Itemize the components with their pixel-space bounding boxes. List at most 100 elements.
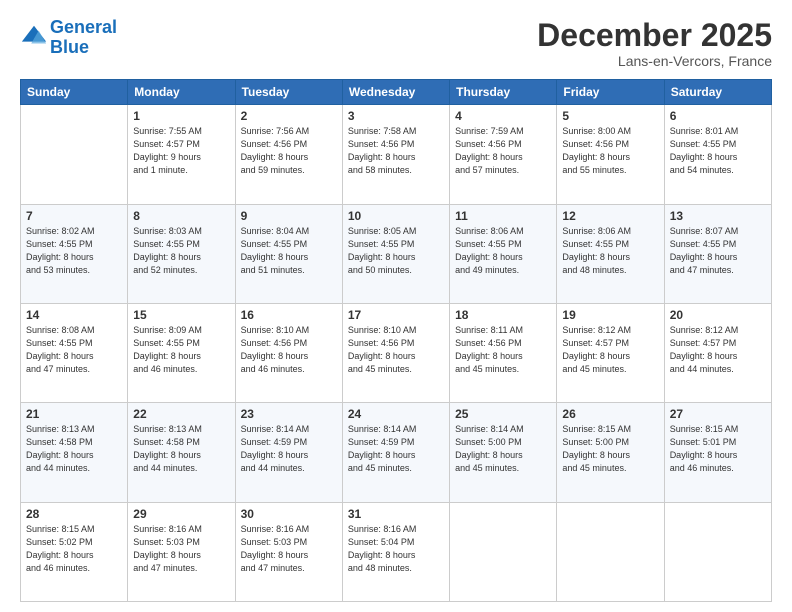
day-cell: 10 Sunrise: 8:05 AM Sunset: 4:55 PM Dayli… (342, 204, 449, 303)
weekday-header-row: SundayMondayTuesdayWednesdayThursdayFrid… (21, 80, 772, 105)
day-cell: 12 Sunrise: 8:06 AM Sunset: 4:55 PM Dayli… (557, 204, 664, 303)
weekday-header-wednesday: Wednesday (342, 80, 449, 105)
day-number: 8 (133, 209, 229, 223)
day-cell: 27 Sunrise: 8:15 AM Sunset: 5:01 PM Dayli… (664, 403, 771, 502)
logo-blue: Blue (50, 37, 89, 57)
day-info: Sunrise: 8:04 AM Sunset: 4:55 PM Dayligh… (241, 225, 337, 277)
week-row-5: 28 Sunrise: 8:15 AM Sunset: 5:02 PM Dayli… (21, 502, 772, 601)
day-number: 17 (348, 308, 444, 322)
day-cell: 25 Sunrise: 8:14 AM Sunset: 5:00 PM Dayli… (450, 403, 557, 502)
day-info: Sunrise: 8:02 AM Sunset: 4:55 PM Dayligh… (26, 225, 122, 277)
weekday-header-sunday: Sunday (21, 80, 128, 105)
day-cell: 30 Sunrise: 8:16 AM Sunset: 5:03 PM Dayli… (235, 502, 342, 601)
day-info: Sunrise: 8:12 AM Sunset: 4:57 PM Dayligh… (562, 324, 658, 376)
day-cell: 2 Sunrise: 7:56 AM Sunset: 4:56 PM Daylig… (235, 105, 342, 204)
day-cell (664, 502, 771, 601)
day-number: 30 (241, 507, 337, 521)
day-cell: 18 Sunrise: 8:11 AM Sunset: 4:56 PM Dayli… (450, 303, 557, 402)
day-cell: 29 Sunrise: 8:16 AM Sunset: 5:03 PM Dayli… (128, 502, 235, 601)
weekday-header-monday: Monday (128, 80, 235, 105)
day-cell: 5 Sunrise: 8:00 AM Sunset: 4:56 PM Daylig… (557, 105, 664, 204)
logo-icon (20, 23, 48, 51)
day-number: 9 (241, 209, 337, 223)
day-number: 18 (455, 308, 551, 322)
day-info: Sunrise: 8:05 AM Sunset: 4:55 PM Dayligh… (348, 225, 444, 277)
day-cell: 15 Sunrise: 8:09 AM Sunset: 4:55 PM Dayli… (128, 303, 235, 402)
weekday-header-saturday: Saturday (664, 80, 771, 105)
day-info: Sunrise: 8:09 AM Sunset: 4:55 PM Dayligh… (133, 324, 229, 376)
day-number: 3 (348, 109, 444, 123)
day-number: 16 (241, 308, 337, 322)
day-info: Sunrise: 8:13 AM Sunset: 4:58 PM Dayligh… (26, 423, 122, 475)
day-info: Sunrise: 8:03 AM Sunset: 4:55 PM Dayligh… (133, 225, 229, 277)
weekday-header-thursday: Thursday (450, 80, 557, 105)
day-number: 15 (133, 308, 229, 322)
day-cell: 1 Sunrise: 7:55 AM Sunset: 4:57 PM Daylig… (128, 105, 235, 204)
day-cell: 23 Sunrise: 8:14 AM Sunset: 4:59 PM Dayli… (235, 403, 342, 502)
day-number: 2 (241, 109, 337, 123)
day-info: Sunrise: 7:59 AM Sunset: 4:56 PM Dayligh… (455, 125, 551, 177)
day-cell: 31Sunrise: 8:16 AM Sunset: 5:04 PM Dayli… (342, 502, 449, 601)
week-row-2: 7 Sunrise: 8:02 AM Sunset: 4:55 PM Daylig… (21, 204, 772, 303)
day-cell: 6Sunrise: 8:01 AM Sunset: 4:55 PM Daylig… (664, 105, 771, 204)
day-info: Sunrise: 8:14 AM Sunset: 5:00 PM Dayligh… (455, 423, 551, 475)
day-number: 31 (348, 507, 444, 521)
day-cell: 24 Sunrise: 8:14 AM Sunset: 4:59 PM Dayli… (342, 403, 449, 502)
day-number: 29 (133, 507, 229, 521)
day-info: Sunrise: 8:16 AM Sunset: 5:03 PM Dayligh… (133, 523, 229, 575)
day-number: 22 (133, 407, 229, 421)
week-row-1: 1 Sunrise: 7:55 AM Sunset: 4:57 PM Daylig… (21, 105, 772, 204)
day-number: 1 (133, 109, 229, 123)
day-info: Sunrise: 8:15 AM Sunset: 5:01 PM Dayligh… (670, 423, 766, 475)
day-cell: 11 Sunrise: 8:06 AM Sunset: 4:55 PM Dayli… (450, 204, 557, 303)
week-row-4: 21 Sunrise: 8:13 AM Sunset: 4:58 PM Dayli… (21, 403, 772, 502)
day-cell: 4Sunrise: 7:59 AM Sunset: 4:56 PM Daylig… (450, 105, 557, 204)
day-number: 24 (348, 407, 444, 421)
day-info: Sunrise: 8:14 AM Sunset: 4:59 PM Dayligh… (348, 423, 444, 475)
day-number: 11 (455, 209, 551, 223)
logo-text: General Blue (50, 18, 117, 58)
day-number: 12 (562, 209, 658, 223)
day-info: Sunrise: 7:55 AM Sunset: 4:57 PM Dayligh… (133, 125, 229, 177)
day-cell: 28 Sunrise: 8:15 AM Sunset: 5:02 PM Dayli… (21, 502, 128, 601)
day-number: 5 (562, 109, 658, 123)
week-row-3: 14Sunrise: 8:08 AM Sunset: 4:55 PM Dayli… (21, 303, 772, 402)
day-info: Sunrise: 8:14 AM Sunset: 4:59 PM Dayligh… (241, 423, 337, 475)
day-cell (557, 502, 664, 601)
day-cell: 16 Sunrise: 8:10 AM Sunset: 4:56 PM Dayli… (235, 303, 342, 402)
day-info: Sunrise: 8:12 AM Sunset: 4:57 PM Dayligh… (670, 324, 766, 376)
day-number: 14 (26, 308, 122, 322)
day-cell: 22 Sunrise: 8:13 AM Sunset: 4:58 PM Dayli… (128, 403, 235, 502)
day-number: 25 (455, 407, 551, 421)
day-number: 23 (241, 407, 337, 421)
day-info: Sunrise: 7:58 AM Sunset: 4:56 PM Dayligh… (348, 125, 444, 177)
day-cell: 17 Sunrise: 8:10 AM Sunset: 4:56 PM Dayli… (342, 303, 449, 402)
calendar-table: SundayMondayTuesdayWednesdayThursdayFrid… (20, 79, 772, 602)
day-info: Sunrise: 8:10 AM Sunset: 4:56 PM Dayligh… (241, 324, 337, 376)
day-info: Sunrise: 8:13 AM Sunset: 4:58 PM Dayligh… (133, 423, 229, 475)
page: General Blue December 2025 Lans-en-Verco… (0, 0, 792, 612)
day-cell: 14Sunrise: 8:08 AM Sunset: 4:55 PM Dayli… (21, 303, 128, 402)
day-info: Sunrise: 8:15 AM Sunset: 5:00 PM Dayligh… (562, 423, 658, 475)
day-info: Sunrise: 8:10 AM Sunset: 4:56 PM Dayligh… (348, 324, 444, 376)
day-number: 10 (348, 209, 444, 223)
day-number: 7 (26, 209, 122, 223)
day-info: Sunrise: 7:56 AM Sunset: 4:56 PM Dayligh… (241, 125, 337, 177)
day-cell: 19Sunrise: 8:12 AM Sunset: 4:57 PM Dayli… (557, 303, 664, 402)
day-cell: 26Sunrise: 8:15 AM Sunset: 5:00 PM Dayli… (557, 403, 664, 502)
day-info: Sunrise: 8:06 AM Sunset: 4:55 PM Dayligh… (562, 225, 658, 277)
day-cell (450, 502, 557, 601)
day-number: 21 (26, 407, 122, 421)
day-info: Sunrise: 8:11 AM Sunset: 4:56 PM Dayligh… (455, 324, 551, 376)
day-number: 27 (670, 407, 766, 421)
day-info: Sunrise: 8:01 AM Sunset: 4:55 PM Dayligh… (670, 125, 766, 177)
day-info: Sunrise: 8:15 AM Sunset: 5:02 PM Dayligh… (26, 523, 122, 575)
day-number: 28 (26, 507, 122, 521)
logo-general: General (50, 17, 117, 37)
header: General Blue December 2025 Lans-en-Verco… (20, 18, 772, 69)
day-cell: 21 Sunrise: 8:13 AM Sunset: 4:58 PM Dayli… (21, 403, 128, 502)
day-info: Sunrise: 8:00 AM Sunset: 4:56 PM Dayligh… (562, 125, 658, 177)
day-info: Sunrise: 8:16 AM Sunset: 5:03 PM Dayligh… (241, 523, 337, 575)
day-cell: 8 Sunrise: 8:03 AM Sunset: 4:55 PM Daylig… (128, 204, 235, 303)
day-info: Sunrise: 8:06 AM Sunset: 4:55 PM Dayligh… (455, 225, 551, 277)
